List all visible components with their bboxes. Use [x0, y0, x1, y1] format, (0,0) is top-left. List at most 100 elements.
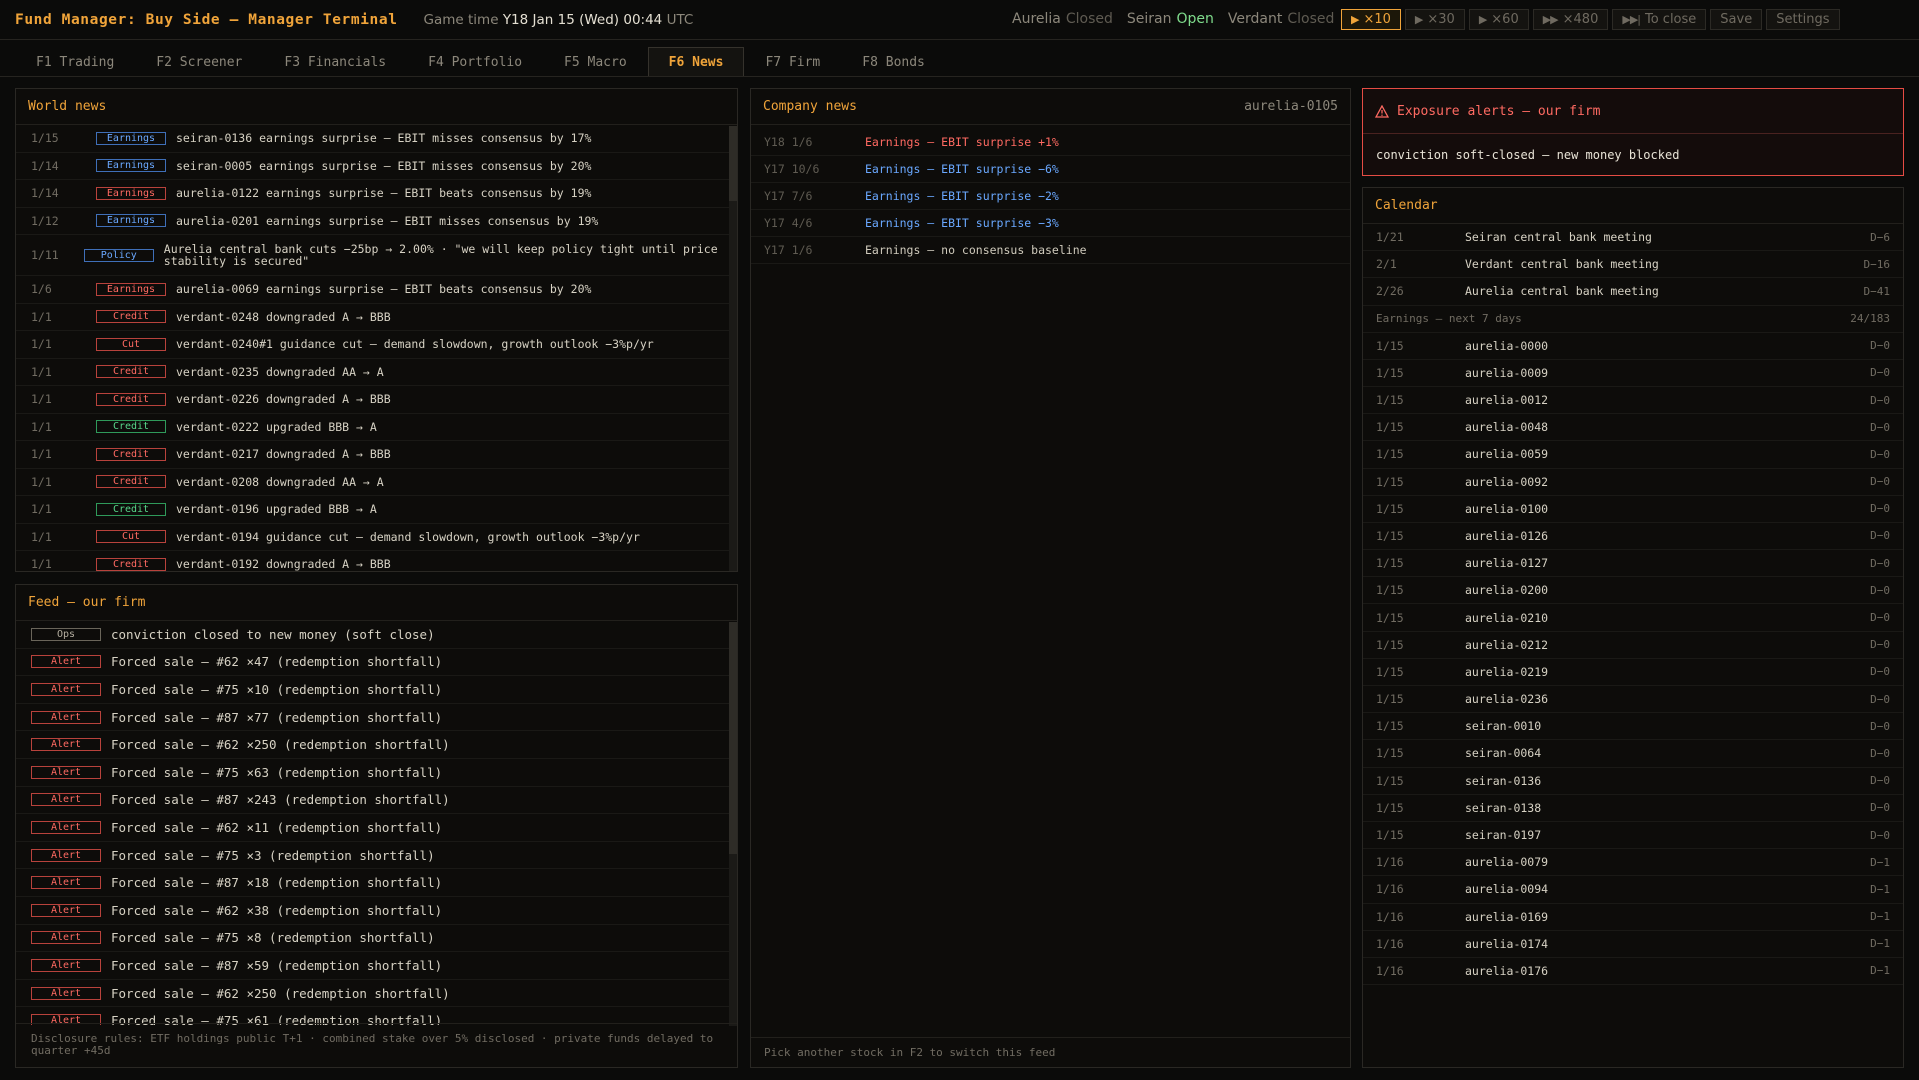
tab-macro[interactable]: F5 Macro	[543, 47, 648, 77]
earnings-row[interactable]: 1/15 seiran-0010 D−0	[1363, 713, 1903, 741]
feed-row[interactable]: Alert Forced sale — #87 ×18 (redemption s…	[16, 869, 737, 897]
speed-x10-button[interactable]: ▶ ×10	[1341, 9, 1401, 30]
company-news-row[interactable]: Y17 7/6 Earnings — EBIT surprise −2%	[751, 183, 1350, 210]
feed-row[interactable]: Ops conviction closed to new money (soft …	[16, 621, 737, 649]
earnings-row[interactable]: 1/15 aurelia-0212 D−0	[1363, 632, 1903, 659]
earnings-row[interactable]: 1/15 aurelia-0126 D−0	[1363, 523, 1903, 551]
world-news-row[interactable]: 1/1 Credit verdant-0192 downgraded A → BBB	[16, 551, 737, 571]
world-news-row[interactable]: 1/15 Earnings seiran-0136 earnings surpris…	[16, 125, 737, 153]
earnings-row[interactable]: 1/15 aurelia-0200 D−0	[1363, 577, 1903, 605]
earnings-row[interactable]: 1/15 aurelia-0100 D−0	[1363, 496, 1903, 523]
earnings-days-until: D−0	[1870, 583, 1890, 597]
earnings-row[interactable]: 1/15 seiran-0138 D−0	[1363, 795, 1903, 822]
earnings-ticker: seiran-0010	[1465, 719, 1542, 734]
tab-bonds[interactable]: F8 Bonds	[841, 47, 946, 77]
news-tag-badge: Credit	[96, 310, 166, 324]
tab-news[interactable]: F6 News	[647, 47, 745, 77]
world-news-row[interactable]: 1/1 Credit verdant-0248 downgraded A → BBB	[16, 304, 737, 331]
earnings-date: 1/16	[1376, 909, 1404, 924]
feed-row[interactable]: Alert Forced sale — #62 ×250 (redemption …	[16, 980, 737, 1008]
earnings-row[interactable]: 1/15 aurelia-0092 D−0	[1363, 469, 1903, 496]
earnings-row[interactable]: 1/16 aurelia-0169 D−1	[1363, 904, 1903, 931]
company-news-list: Y18 1/6 Earnings — EBIT surprise +1% Y17 1…	[751, 125, 1350, 264]
skip-to-close-button[interactable]: ▶▶| To close	[1612, 9, 1707, 30]
settings-button[interactable]: Settings	[1766, 9, 1840, 30]
calendar-event-row[interactable]: 1/21 Seiran central bank meeting D−6	[1363, 224, 1903, 252]
firm-feed-scrollbar[interactable]	[729, 622, 737, 1026]
company-news-row[interactable]: Y17 1/6 Earnings — no consensus baseline	[751, 237, 1350, 264]
world-news-row[interactable]: 1/1 Cut verdant-0194 guidance cut — demand…	[16, 524, 737, 551]
company-news-row[interactable]: Y17 10/6 Earnings — EBIT surprise −6%	[751, 156, 1350, 183]
tab-screener[interactable]: F2 Screener	[135, 47, 263, 77]
news-tag-badge: Earnings	[96, 159, 166, 173]
speed-x30-button[interactable]: ▶ ×30	[1404, 9, 1465, 30]
earnings-row[interactable]: 1/15 seiran-0064 D−0	[1363, 740, 1903, 768]
earnings-row[interactable]: 1/15 aurelia-0059 D−0	[1363, 441, 1903, 469]
feed-row[interactable]: Alert Forced sale — #62 ×250 (redemption …	[16, 731, 737, 759]
earnings-row[interactable]: 1/16 aurelia-0174 D−1	[1363, 931, 1903, 958]
world-news-row[interactable]: 1/1 Credit verdant-0196 upgraded BBB → A	[16, 496, 737, 524]
earnings-days-until: D−0	[1870, 611, 1890, 625]
tab-portfolio[interactable]: F4 Portfolio	[407, 47, 543, 77]
earnings-row[interactable]: 1/16 aurelia-0079 D−1	[1363, 849, 1903, 877]
earnings-row[interactable]: 1/15 aurelia-0048 D−0	[1363, 414, 1903, 442]
earnings-row[interactable]: 1/15 seiran-0197 D−0	[1363, 822, 1903, 850]
news-headline: verdant-0194 guidance cut — demand slowd…	[176, 529, 640, 544]
company-news-text: Earnings — EBIT surprise −3%	[865, 216, 1059, 230]
world-news-row[interactable]: 1/1 Credit verdant-0217 downgraded A → BBB	[16, 441, 737, 469]
calendar-event-row[interactable]: 2/1 Verdant central bank meeting D−16	[1363, 251, 1903, 279]
feed-row[interactable]: Alert Forced sale — #75 ×3 (redemption sh…	[16, 842, 737, 870]
tab-firm[interactable]: F7 Firm	[744, 47, 841, 77]
earnings-days-until: D−1	[1870, 882, 1890, 896]
feed-row[interactable]: Alert Forced sale — #62 ×11 (redemption s…	[16, 814, 737, 842]
earnings-row[interactable]: 1/15 seiran-0136 D−0	[1363, 768, 1903, 795]
company-news-row[interactable]: Y17 4/6 Earnings — EBIT surprise −3%	[751, 210, 1350, 237]
earnings-ticker: aurelia-0174	[1465, 936, 1549, 951]
skip-to-end-icon: ▶▶|	[1622, 13, 1641, 26]
earnings-row[interactable]: 1/15 aurelia-0210 D−0	[1363, 604, 1903, 632]
tab-financials[interactable]: F3 Financials	[263, 47, 407, 77]
feed-row[interactable]: Alert Forced sale — #62 ×47 (redemption s…	[16, 649, 737, 677]
speed-x480-button[interactable]: ▶▶ ×480	[1532, 9, 1609, 30]
world-news-row[interactable]: 1/1 Credit verdant-0208 downgraded AA → A	[16, 469, 737, 496]
earnings-row[interactable]: 1/15 aurelia-0127 D−0	[1363, 550, 1903, 578]
earnings-row[interactable]: 1/15 aurelia-0236 D−0	[1363, 686, 1903, 714]
world-news-row[interactable]: 1/12 Earnings aurelia-0201 earnings surpri…	[16, 208, 737, 235]
world-news-row[interactable]: 1/11 Policy Aurelia central bank cuts −25b…	[16, 235, 737, 276]
firm-feed-scroll-thumb[interactable]	[729, 622, 737, 854]
earnings-row[interactable]: 1/15 aurelia-0009 D−0	[1363, 360, 1903, 387]
feed-row[interactable]: Alert Forced sale — #87 ×243 (redemption …	[16, 787, 737, 815]
save-button[interactable]: Save	[1710, 9, 1763, 30]
world-news-row[interactable]: 1/1 Credit verdant-0235 downgraded AA → A	[16, 359, 737, 386]
earnings-row[interactable]: 1/15 aurelia-0012 D−0	[1363, 387, 1903, 415]
earnings-row[interactable]: 1/16 aurelia-0094 D−1	[1363, 876, 1903, 904]
feed-row[interactable]: Alert Forced sale — #87 ×59 (redemption s…	[16, 952, 737, 980]
earnings-row[interactable]: 1/16 aurelia-0176 D−1	[1363, 958, 1903, 986]
tab-trading[interactable]: F1 Trading	[15, 47, 135, 77]
feed-row[interactable]: Alert Forced sale — #87 ×77 (redemption s…	[16, 704, 737, 732]
earnings-row[interactable]: 1/15 aurelia-0219 D−0	[1363, 659, 1903, 686]
world-news-row[interactable]: 1/6 Earnings aurelia-0069 earnings surpris…	[16, 276, 737, 304]
world-news-row[interactable]: 1/14 Earnings aurelia-0122 earnings surpri…	[16, 180, 737, 208]
world-news-scrollbar[interactable]	[729, 126, 737, 571]
news-date: 1/12	[31, 213, 59, 228]
speed-x60-button[interactable]: ▶ ×60	[1468, 9, 1529, 30]
earnings-row[interactable]: 1/15 aurelia-0000 D−0	[1363, 333, 1903, 360]
world-news-row[interactable]: 1/1 Credit verdant-0222 upgraded BBB → A	[16, 414, 737, 441]
world-news-row[interactable]: 1/1 Credit verdant-0226 downgraded A → BBB	[16, 386, 737, 414]
feed-row[interactable]: Alert Forced sale — #75 ×10 (redemption s…	[16, 676, 737, 704]
calendar-title: Calendar	[1375, 198, 1438, 213]
feed-tag-badge: Alert	[31, 931, 101, 945]
market-name: Aurelia	[1012, 11, 1061, 27]
world-news-row[interactable]: 1/1 Cut verdant-0240#1 guidance cut — dema…	[16, 331, 737, 359]
world-news-scroll-thumb[interactable]	[729, 126, 737, 201]
feed-row[interactable]: Alert Forced sale — #75 ×8 (redemption sh…	[16, 925, 737, 953]
feed-row[interactable]: Alert Forced sale — #75 ×63 (redemption s…	[16, 759, 737, 787]
earnings-days-until: D−0	[1870, 502, 1890, 516]
world-news-row[interactable]: 1/14 Earnings seiran-0005 earnings surpris…	[16, 153, 737, 180]
market-seiran: Seiran Open	[1127, 11, 1214, 27]
calendar-event-row[interactable]: 2/26 Aurelia central bank meeting D−41	[1363, 278, 1903, 306]
feed-row[interactable]: Alert Forced sale — #62 ×38 (redemption s…	[16, 897, 737, 925]
company-news-row[interactable]: Y18 1/6 Earnings — EBIT surprise +1%	[751, 129, 1350, 156]
earnings-days-until: D−0	[1870, 366, 1890, 380]
